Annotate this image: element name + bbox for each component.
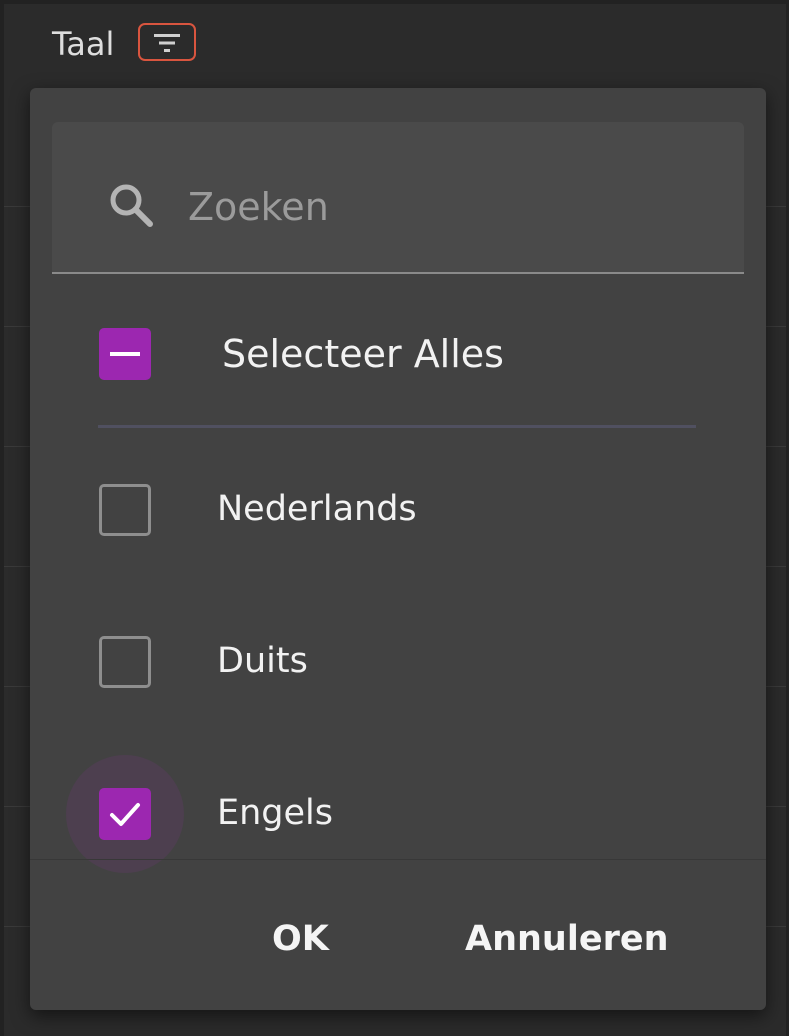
screen: Taal Zoeken Selecteer Alles Nederlands D… bbox=[0, 0, 789, 1036]
option-row-engels[interactable]: Engels bbox=[30, 762, 766, 862]
column-header: Taal bbox=[4, 4, 786, 89]
option-row-nederlands[interactable]: Nederlands bbox=[30, 458, 766, 558]
select-all-row[interactable]: Selecteer Alles bbox=[30, 306, 766, 406]
option-label: Nederlands bbox=[217, 489, 417, 529]
cancel-button[interactable]: Annuleren bbox=[451, 902, 683, 976]
filter-icon bbox=[154, 34, 180, 52]
option-checkbox[interactable] bbox=[99, 788, 151, 840]
filter-button[interactable] bbox=[138, 23, 196, 61]
search-input[interactable] bbox=[186, 176, 710, 238]
option-checkbox[interactable] bbox=[99, 484, 151, 536]
option-label: Engels bbox=[217, 793, 334, 833]
option-checkbox[interactable] bbox=[99, 636, 151, 688]
select-all-label: Selecteer Alles bbox=[222, 332, 504, 376]
filter-popup: Selecteer Alles Nederlands Duits Engels … bbox=[30, 88, 766, 1010]
checkmark-icon bbox=[110, 803, 140, 826]
footer-divider bbox=[30, 859, 766, 860]
indeterminate-icon bbox=[110, 352, 140, 356]
search-icon bbox=[110, 184, 153, 227]
column-header-title: Taal bbox=[52, 25, 115, 63]
search-field[interactable] bbox=[52, 122, 744, 274]
option-row-duits[interactable]: Duits bbox=[30, 610, 766, 710]
ok-button[interactable]: OK bbox=[258, 902, 343, 976]
option-label: Duits bbox=[217, 641, 308, 681]
select-all-checkbox[interactable] bbox=[99, 328, 151, 380]
select-all-divider bbox=[98, 425, 696, 428]
